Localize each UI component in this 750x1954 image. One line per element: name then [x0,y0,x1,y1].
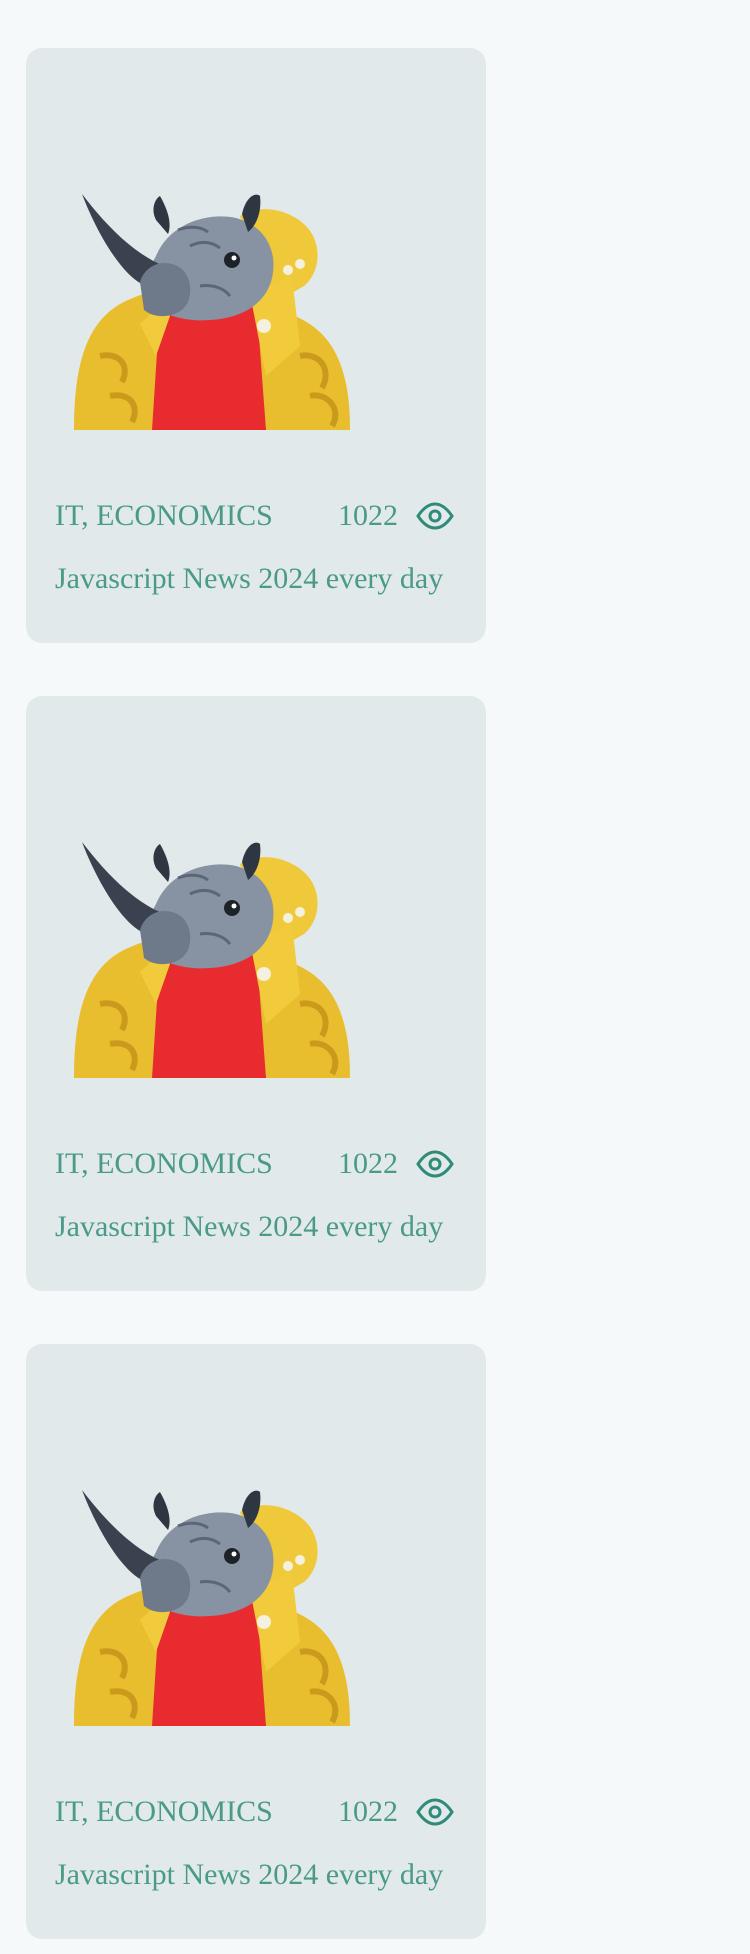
rhino-illustration [60,156,390,430]
view-count: 1022 [338,499,398,532]
rhino-illustration [60,1452,390,1726]
card-meta: IT, ECONOMICS 1022 [55,1792,454,1832]
category-label[interactable]: IT, ECONOMICS [55,1795,283,1829]
card-meta: IT, ECONOMICS 1022 [55,1144,454,1184]
news-title[interactable]: Javascript News 2024 every day [55,1858,454,1892]
category-label[interactable]: IT, ECONOMICS [55,1147,283,1181]
view-stats: 1022 [338,1795,454,1829]
category-label[interactable]: IT, ECONOMICS [55,499,283,533]
eye-icon [416,502,454,530]
view-count: 1022 [338,1795,398,1828]
eye-icon [416,1150,454,1178]
view-stats: 1022 [338,499,454,533]
news-card[interactable]: IT, ECONOMICS 1022 Javascript News 2024 … [26,48,486,643]
view-count: 1022 [338,1147,398,1180]
news-card[interactable]: IT, ECONOMICS 1022 Javascript News 2024 … [26,1344,486,1939]
news-title[interactable]: Javascript News 2024 every day [55,1210,454,1244]
news-feed: IT, ECONOMICS 1022 Javascript News 2024 … [0,0,750,1954]
rhino-illustration [60,804,390,1078]
view-stats: 1022 [338,1147,454,1181]
card-meta: IT, ECONOMICS 1022 [55,496,454,536]
eye-icon [416,1798,454,1826]
news-card[interactable]: IT, ECONOMICS 1022 Javascript News 2024 … [26,696,486,1291]
news-title[interactable]: Javascript News 2024 every day [55,562,454,596]
